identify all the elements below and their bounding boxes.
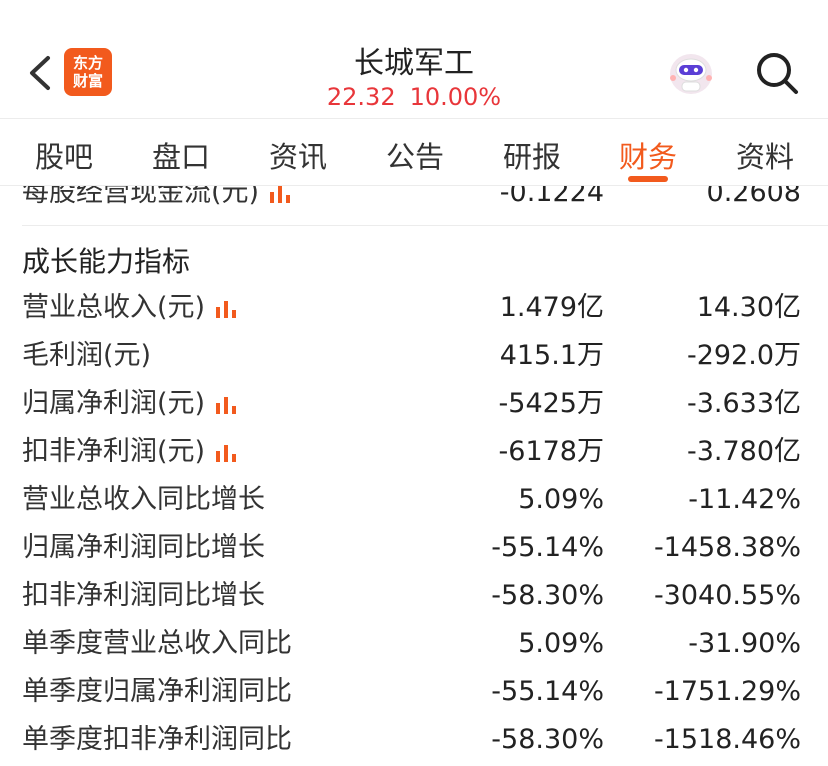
table-row: 单季度归属净利润同比 -55.14% -1751.29% <box>0 668 828 716</box>
table-row: 营业总收入同比增长 5.09% -11.42% <box>0 476 828 524</box>
robot-assistant-icon[interactable] <box>666 48 716 98</box>
row-value-previous: -1458.38% <box>653 532 801 563</box>
row-value-previous: -3.633亿 <box>686 388 801 419</box>
row-value-previous: -1751.29% <box>653 676 801 707</box>
tab-bar: 股吧 盘口 资讯 公告 研报 财务 资料 <box>0 118 828 186</box>
bar-chart-icon[interactable] <box>215 299 237 319</box>
row-value-previous: -292.0万 <box>686 340 801 371</box>
table-row: 毛利润(元) 415.1万 -292.0万 <box>0 332 828 380</box>
row-value-current: -5425万 <box>498 388 604 419</box>
row-value-current: -55.14% <box>491 676 604 707</box>
tab-finance[interactable]: 财务 <box>588 134 708 176</box>
tab-research[interactable]: 研报 <box>472 134 592 176</box>
table-row: 扣非净利润(元) -6178万 -3.780亿 <box>0 428 828 476</box>
table-row: 营业总收入(元) 1.479亿 14.30亿 <box>0 284 828 332</box>
row-label: 归属净利润同比增长 <box>22 532 265 563</box>
row-label: 营业总收入(元) <box>22 292 206 323</box>
section-title-growth: 成长能力指标 <box>22 245 191 278</box>
tab-guba[interactable]: 股吧 <box>4 134 124 176</box>
row-label: 扣非净利润同比增长 <box>22 580 265 611</box>
row-value-current: 415.1万 <box>499 340 604 371</box>
table-row: 归属净利润同比增长 -55.14% -1458.38% <box>0 524 828 572</box>
app-header: 东方 财富 长城军工 22.32 10.00% <box>0 0 828 118</box>
table-row: 扣非净利润同比增长 -58.30% -3040.55% <box>0 572 828 620</box>
bar-chart-icon[interactable] <box>269 185 291 204</box>
stock-price: 22.32 <box>326 83 396 111</box>
finance-table[interactable]: 每股经营现金流(元) -0.1224 0.2608 成长能力指标 营业总收入(元… <box>0 185 828 766</box>
row-value-current: -6178万 <box>498 436 604 467</box>
bar-chart-icon[interactable] <box>215 395 237 415</box>
row-value-previous: 0.2608 <box>706 185 801 208</box>
row-value-previous: -3.780亿 <box>686 436 801 467</box>
row-value-current: 1.479亿 <box>499 292 604 323</box>
section-divider <box>22 225 828 226</box>
stock-change-percent: 10.00% <box>409 83 502 111</box>
table-row: 单季度扣非净利润同比 -58.30% -1518.46% <box>0 716 828 764</box>
row-value-current: -58.30% <box>491 724 604 755</box>
tab-news[interactable]: 资讯 <box>238 134 358 176</box>
row-label: 单季度扣非净利润同比 <box>22 724 292 755</box>
tab-announcements[interactable]: 公告 <box>355 134 475 176</box>
row-value-current: -55.14% <box>491 532 604 563</box>
row-label: 每股经营现金流(元) <box>22 185 260 208</box>
table-row-partial: 每股经营现金流(元) -0.1224 0.2608 <box>0 185 828 217</box>
row-value-current: 5.09% <box>518 628 604 659</box>
row-label: 单季度归属净利润同比 <box>22 676 292 707</box>
row-label: 毛利润(元) <box>22 340 152 371</box>
row-value-current: 5.09% <box>518 484 604 515</box>
table-row: 归属净利润(元) -5425万 -3.633亿 <box>0 380 828 428</box>
row-value-previous: -3040.55% <box>653 580 801 611</box>
row-label: 扣非净利润(元) <box>22 436 206 467</box>
tab-profile[interactable]: 资料 <box>705 134 825 176</box>
bar-chart-icon[interactable] <box>215 443 237 463</box>
tab-pankou[interactable]: 盘口 <box>121 134 241 176</box>
row-value-previous: -31.90% <box>688 628 801 659</box>
row-value-previous: -1518.46% <box>653 724 801 755</box>
table-row: 单季度营业总收入同比 5.09% -31.90% <box>0 620 828 668</box>
row-value-current: -58.30% <box>491 580 604 611</box>
active-tab-indicator <box>628 176 668 182</box>
search-icon[interactable] <box>752 48 802 98</box>
row-value-current: -0.1224 <box>499 185 604 208</box>
row-label: 归属净利润(元) <box>22 388 206 419</box>
row-label: 营业总收入同比增长 <box>22 484 265 515</box>
row-label: 单季度营业总收入同比 <box>22 628 292 659</box>
row-value-previous: -11.42% <box>688 484 801 515</box>
row-value-previous: 14.30亿 <box>696 292 801 323</box>
